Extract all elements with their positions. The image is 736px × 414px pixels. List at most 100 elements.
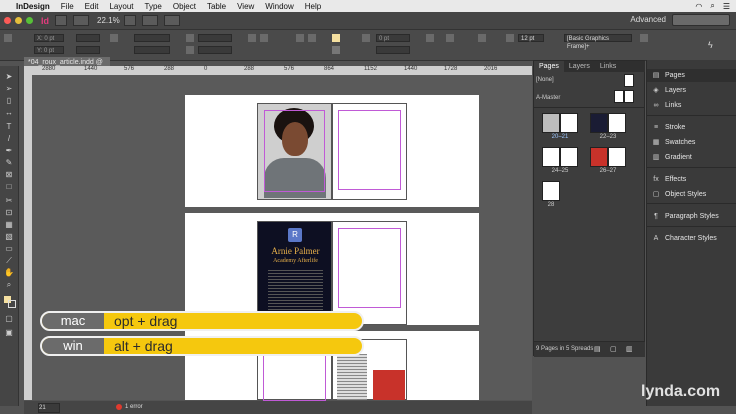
menu-edit[interactable]: Edit (85, 2, 99, 11)
page-thumb-22[interactable] (590, 113, 608, 133)
stroke-swatch-icon[interactable] (332, 46, 340, 54)
menu-app-name[interactable]: InDesign (16, 2, 50, 11)
notifications-icon[interactable]: ☰ (723, 2, 730, 11)
thumb-label-28[interactable]: 28 (542, 202, 560, 208)
new-page-icon[interactable]: ▢ (610, 345, 617, 353)
search-input[interactable] (672, 14, 730, 26)
spread-20-21[interactable] (185, 95, 479, 207)
page-22[interactable]: R Arnie Palmer Academy Afterlife (257, 221, 332, 325)
a-master-label[interactable]: A-Master (536, 95, 560, 101)
dock-item-layers[interactable]: ◈ Layers (647, 84, 736, 97)
dock-item-effects[interactable]: fx Effects (647, 173, 736, 186)
select-container-icon[interactable] (296, 34, 304, 42)
rectangle-tool-icon[interactable]: □ (4, 182, 14, 191)
dock-item-swatches[interactable]: ▦ Swatches (647, 136, 736, 149)
reference-point-icon[interactable] (4, 34, 12, 42)
line-tool-icon[interactable]: / (4, 134, 14, 143)
thumb-label-26-27[interactable]: 26–27 (590, 168, 626, 174)
pencil-tool-icon[interactable]: ✎ (4, 158, 14, 167)
tab-links[interactable]: Links (595, 63, 621, 70)
gradient-swatch-tool-icon[interactable]: ▦ (4, 220, 14, 229)
arrange-documents-icon[interactable] (163, 15, 180, 26)
none-master-thumb[interactable] (624, 74, 634, 87)
stroke-weight-icon[interactable] (362, 34, 370, 42)
menu-type[interactable]: Type (145, 2, 162, 11)
page-thumb-25[interactable] (560, 147, 578, 167)
dock-item-paragraph-styles[interactable]: ¶ Paragraph Styles (647, 210, 736, 223)
y-position-field[interactable]: Y: 0 pt (34, 46, 64, 54)
thumb-label-20-21[interactable]: 20–21 (542, 134, 578, 140)
wifi-icon[interactable]: ◠ (695, 2, 702, 11)
page-number-field[interactable]: 21 (38, 403, 60, 413)
free-transform-tool-icon[interactable]: ⊡ (4, 208, 14, 217)
trash-icon[interactable]: ▥ (626, 345, 633, 353)
tab-layers[interactable]: Layers (564, 63, 595, 70)
page-thumb-23[interactable] (608, 113, 626, 133)
direct-selection-tool-icon[interactable]: ➢ (4, 84, 14, 93)
thumb-label-24-25[interactable]: 24–25 (542, 168, 578, 174)
stroke-type-field[interactable] (376, 46, 410, 54)
a-master-thumb-right[interactable] (624, 90, 634, 103)
page-thumb-28[interactable] (542, 181, 560, 201)
edit-page-size-icon[interactable]: ▤ (594, 345, 601, 353)
menu-table[interactable]: Table (207, 2, 226, 11)
pen-tool-icon[interactable]: ✒ (4, 146, 14, 155)
rotate-icon[interactable] (186, 34, 194, 42)
page-21[interactable] (332, 103, 407, 200)
menu-help[interactable]: Help (305, 2, 321, 11)
bridge-icon[interactable] (55, 15, 67, 26)
rectangle-frame-tool-icon[interactable]: ⊠ (4, 170, 14, 179)
scissors-tool-icon[interactable]: ✂ (4, 196, 14, 205)
object-style-dropdown[interactable]: [Basic Graphics Frame]+ (564, 34, 632, 50)
shear-icon[interactable] (186, 46, 194, 54)
menu-layout[interactable]: Layout (109, 2, 133, 11)
type-tool-icon[interactable]: T (4, 122, 14, 131)
fill-swatch-icon[interactable] (332, 34, 340, 42)
dock-item-links[interactable]: ∞ Links (647, 99, 736, 112)
page-thumb-21[interactable] (560, 113, 578, 133)
zoom-window-icon[interactable] (26, 17, 33, 24)
page-thumb-20[interactable] (542, 113, 560, 133)
flip-vertical-icon[interactable] (260, 34, 268, 42)
page-thumb-24[interactable] (542, 147, 560, 167)
width-field[interactable] (76, 34, 100, 42)
none-master-label[interactable]: [None] (536, 77, 554, 83)
screen-mode-icon[interactable] (141, 15, 158, 26)
minimize-window-icon[interactable] (15, 17, 22, 24)
zoom-tool-icon[interactable]: ⌕ (4, 280, 14, 289)
constrain-proportions-icon[interactable] (110, 34, 118, 42)
menu-view[interactable]: View (237, 2, 254, 11)
page-thumb-26[interactable] (590, 147, 608, 167)
drop-shadow-icon[interactable] (446, 34, 454, 42)
hand-tool-icon[interactable]: ✋ (4, 268, 14, 277)
effects-fx-icon[interactable] (426, 34, 434, 42)
shear-field[interactable] (198, 46, 232, 54)
fitting-icon[interactable] (640, 34, 648, 42)
stroke-weight-field[interactable]: 0 pt (376, 34, 410, 42)
height-field[interactable] (76, 46, 100, 54)
page-20[interactable] (257, 103, 332, 200)
select-content-icon[interactable] (308, 34, 316, 42)
corner-options-icon[interactable] (506, 34, 514, 42)
dock-item-object-styles[interactable]: ▢ Object Styles (647, 188, 736, 201)
dock-item-character-styles[interactable]: A Character Styles (647, 232, 736, 245)
dock-item-pages[interactable]: ▤ Pages (647, 69, 736, 82)
menu-object[interactable]: Object (173, 2, 196, 11)
thumb-label-22-23[interactable]: 22–23 (590, 134, 626, 140)
menu-file[interactable]: File (61, 2, 74, 11)
selection-tool-icon[interactable]: ➤ (4, 72, 14, 81)
screen-mode-tool-icon[interactable]: ▣ (4, 328, 14, 337)
lightning-icon[interactable]: ϟ (708, 40, 716, 50)
zoom-level[interactable]: 22.1% (97, 16, 120, 25)
workspace-switcher[interactable]: Advanced (630, 15, 666, 24)
preflight-errors[interactable]: 1 error (125, 401, 143, 414)
page-23[interactable] (332, 221, 407, 325)
close-window-icon[interactable] (4, 17, 11, 24)
page-tool-icon[interactable]: ▯ (4, 96, 14, 105)
rotation-field[interactable] (198, 34, 232, 42)
text-wrap-icon[interactable] (478, 34, 486, 42)
gradient-feather-tool-icon[interactable]: ▧ (4, 232, 14, 241)
x-position-field[interactable]: X: 0 pt (34, 34, 64, 42)
spotlight-icon[interactable]: ⌕ (710, 1, 714, 11)
tab-pages[interactable]: Pages (534, 61, 564, 72)
